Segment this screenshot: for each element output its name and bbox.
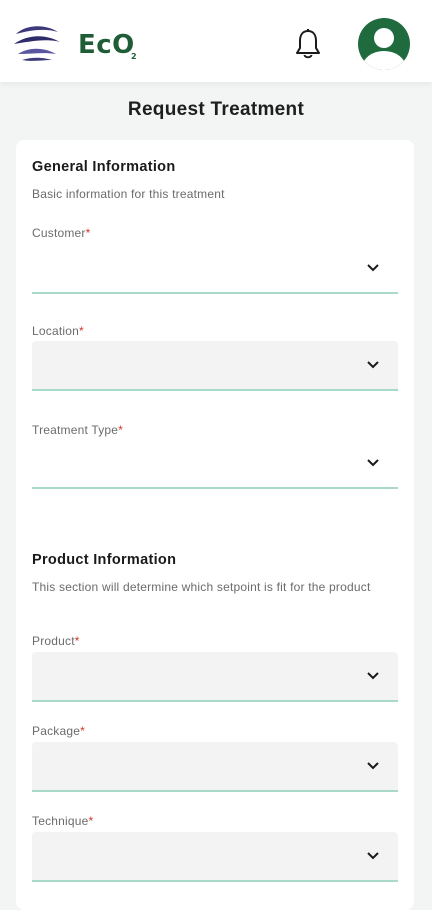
treatment-type-label: Treatment Type* <box>32 423 124 437</box>
package-label: Package* <box>32 724 85 738</box>
request-form-card: General Information Basic information fo… <box>16 140 414 910</box>
treatment-type-select[interactable] <box>32 439 398 489</box>
customer-select[interactable] <box>32 244 398 294</box>
location-label: Location* <box>32 324 84 338</box>
product-label: Product* <box>32 634 80 648</box>
page-title: Request Treatment <box>127 99 305 120</box>
chevron-down-icon <box>367 672 379 680</box>
technique-select[interactable] <box>32 832 398 882</box>
location-select[interactable] <box>32 341 398 391</box>
general-section-title: General Information <box>32 159 176 175</box>
user-avatar-icon[interactable] <box>358 18 410 70</box>
chevron-down-icon <box>367 361 379 369</box>
app-header: EcO 2 <box>0 0 432 82</box>
general-section-subtitle: Basic information for this treatment <box>32 187 225 201</box>
brand-name: EcO <box>78 30 135 60</box>
package-select[interactable] <box>32 742 398 792</box>
product-section-subtitle: This section will determine which setpoi… <box>32 580 371 594</box>
chevron-down-icon <box>367 762 379 770</box>
eco-logo-icon <box>14 26 60 61</box>
technique-label: Technique* <box>32 814 94 828</box>
chevron-down-icon <box>367 459 379 467</box>
bell-icon[interactable] <box>294 28 322 60</box>
chevron-down-icon <box>367 852 379 860</box>
chevron-down-icon <box>367 264 379 272</box>
customer-label: Customer* <box>32 226 91 240</box>
brand-subscript: 2 <box>131 52 137 61</box>
product-section-title: Product Information <box>32 552 177 568</box>
product-select[interactable] <box>32 652 398 702</box>
